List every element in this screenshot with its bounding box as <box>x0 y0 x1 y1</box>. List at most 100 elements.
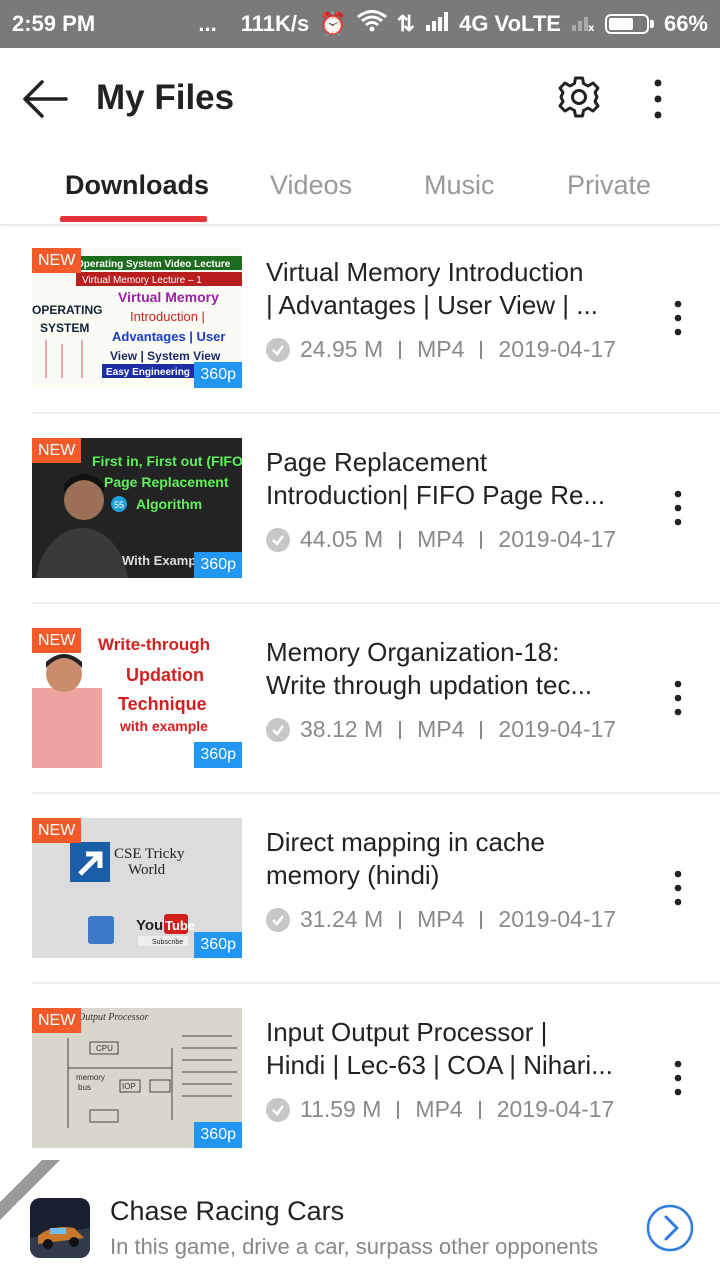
video-thumbnail: First in, First out (FIFO Page Replaceme… <box>32 438 242 578</box>
ad-description: In this game, drive a car, surpass other… <box>110 1234 598 1259</box>
more-vertical-icon <box>674 1060 682 1096</box>
file-format: MP4 <box>417 526 465 552</box>
meta-divider <box>399 910 402 929</box>
file-title-line2: Introduction| FIFO Page Re... <box>266 480 606 510</box>
file-format: MP4 <box>417 336 465 362</box>
app-bar: My Files <box>0 48 720 152</box>
downloaded-check-icon <box>266 717 290 742</box>
new-badge: NEW <box>32 818 82 843</box>
data-transfer-icon: ⇅ <box>396 11 416 36</box>
file-title-line2: Hindi | Lec-63 | COA | Nihari... <box>266 1050 613 1080</box>
page-title: My Files <box>96 78 235 117</box>
thumb-text: Page Replacement <box>104 474 229 490</box>
status-speed: 111K/s <box>240 11 310 36</box>
file-title: Page Replacement Introduction| FIFO Page… <box>266 446 626 512</box>
thumb-text: Operating System Video Lecture <box>76 259 231 270</box>
more-vertical-icon <box>674 490 682 526</box>
svg-text:SYSTEM: SYSTEM <box>40 321 89 335</box>
battery-icon <box>604 14 654 34</box>
list-item[interactable]: Write-through Updation Technique with ex… <box>0 604 720 794</box>
file-meta: 38.12 M MP4 2019-04-17 <box>266 716 616 743</box>
item-more-button[interactable] <box>664 676 692 720</box>
svg-text:x: x <box>588 23 595 31</box>
file-meta: 24.95 M MP4 2019-04-17 <box>266 336 616 363</box>
file-title-line1: Virtual Memory Introduction <box>266 257 584 287</box>
thumb-text: 55 <box>114 500 124 510</box>
meta-divider <box>399 530 402 549</box>
file-size: 24.95 M <box>300 336 384 362</box>
file-title: Input Output Processor | Hindi | Lec-63 … <box>266 1016 626 1082</box>
file-meta: 11.59 M MP4 2019-04-17 <box>266 1096 614 1123</box>
thumb-text: Technique <box>118 694 207 714</box>
meta-divider <box>480 720 483 739</box>
file-size: 44.05 M <box>300 526 384 552</box>
game-app-icon <box>30 1198 90 1258</box>
tab-private[interactable]: Private <box>567 170 651 201</box>
thumb-text: Write-through <box>98 635 210 654</box>
list-item[interactable]: First in, First out (FIFO Page Replaceme… <box>0 414 720 604</box>
thumb-text: Subscribe <box>152 939 183 946</box>
video-thumbnail: Write-through Updation Technique with ex… <box>32 628 242 768</box>
ad-open-button[interactable] <box>646 1204 694 1252</box>
thumb-text: IOP <box>122 1082 136 1091</box>
thumb-text: Introduction | <box>130 309 205 324</box>
list-item[interactable]: Operating System Video Lecture Virtual M… <box>0 224 720 414</box>
signal-icon <box>425 11 449 37</box>
more-vertical-icon <box>674 300 682 336</box>
thumb-text: CPU <box>96 1044 113 1053</box>
downloaded-check-icon <box>266 337 290 362</box>
file-title: Memory Organization-18: Write through up… <box>266 636 626 702</box>
thumb-text: Advantages | User <box>112 329 225 344</box>
file-title-line1: Page Replacement <box>266 447 488 477</box>
svg-text:OPERATING: OPERATING <box>32 303 102 317</box>
file-title-line2: | Advantages | User View | ... <box>266 290 598 320</box>
file-title-line2: Write through updation tec... <box>266 670 593 700</box>
video-thumbnail: Operating System Video Lecture Virtual M… <box>32 248 242 388</box>
video-thumbnail: Output Processor CPU memory bus IOP NEW … <box>32 1008 242 1148</box>
resolution-badge: 360p <box>194 742 242 768</box>
file-date: 2019-04-17 <box>498 906 617 932</box>
file-title-line2: memory (hindi) <box>266 860 440 890</box>
item-more-button[interactable] <box>664 1056 692 1100</box>
network-type: 4G VoLTE <box>459 11 561 36</box>
file-title-line1: Direct mapping in cache <box>266 827 545 857</box>
back-button[interactable] <box>20 76 70 122</box>
more-vertical-icon <box>674 680 682 716</box>
meta-divider <box>399 340 402 359</box>
file-date: 2019-04-17 <box>498 716 617 742</box>
list-item[interactable]: CSE Tricky World You Tube Subscribe NEW … <box>0 794 720 984</box>
status-bar: 2:59 PM ... 111K/s ⏰ ⇅ 4G VoLTE x 66% <box>0 0 720 48</box>
file-size: 38.12 M <box>300 716 384 742</box>
settings-button[interactable] <box>556 74 602 120</box>
file-date: 2019-04-17 <box>496 1096 615 1122</box>
tab-music[interactable]: Music <box>424 170 495 201</box>
file-format: MP4 <box>417 716 465 742</box>
battery-percent: 66% <box>663 11 708 36</box>
ad-banner[interactable]: AD Chase Racing Cars In this game, drive… <box>0 1160 720 1280</box>
file-size: 31.24 M <box>300 906 384 932</box>
status-dots: ... <box>198 11 217 36</box>
item-more-button[interactable] <box>664 866 692 910</box>
thumb-text: memory <box>76 1073 105 1082</box>
item-more-button[interactable] <box>664 486 692 530</box>
file-date: 2019-04-17 <box>498 526 617 552</box>
more-options-button[interactable] <box>640 76 676 122</box>
tab-downloads[interactable]: Downloads <box>65 170 209 201</box>
resolution-badge: 360p <box>194 932 242 958</box>
tab-videos[interactable]: Videos <box>270 170 352 201</box>
ad-title: Chase Racing Cars <box>110 1196 345 1226</box>
list-item[interactable]: Output Processor CPU memory bus IOP NEW … <box>0 984 720 1174</box>
meta-divider <box>480 910 483 929</box>
file-meta: 31.24 M MP4 2019-04-17 <box>266 906 616 933</box>
status-time: 2:59 PM <box>12 11 96 36</box>
new-badge: NEW <box>32 248 82 273</box>
thumb-text: Easy Engineering <box>106 367 190 378</box>
item-more-button[interactable] <box>664 296 692 340</box>
new-badge: NEW <box>32 438 82 463</box>
meta-divider <box>480 530 483 549</box>
file-format: MP4 <box>417 906 465 932</box>
wifi-icon <box>356 10 387 38</box>
downloaded-check-icon <box>266 527 290 552</box>
new-badge: NEW <box>32 1008 82 1033</box>
thumb-text: Virtual Memory Lecture – 1 <box>82 275 202 286</box>
